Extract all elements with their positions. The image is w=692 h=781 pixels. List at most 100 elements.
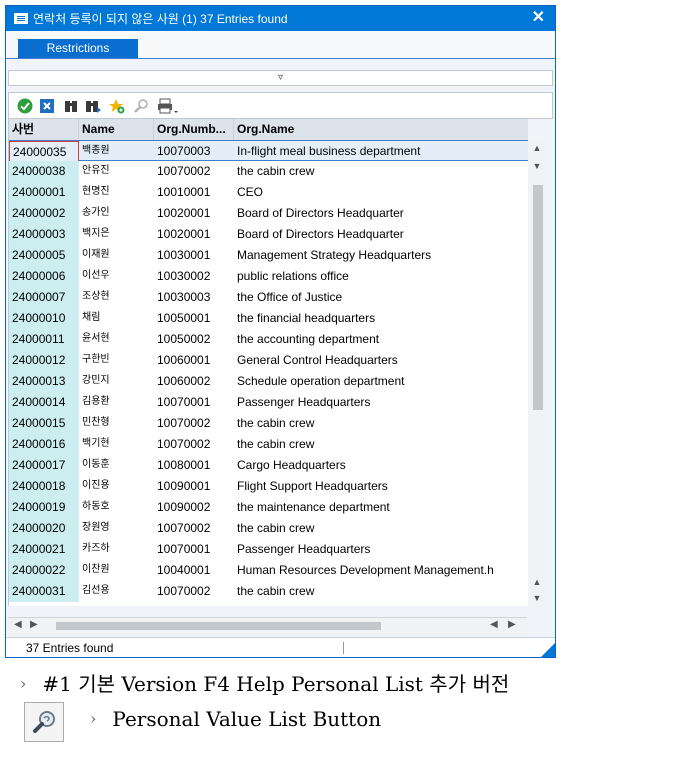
horizontal-scroll-thumb[interactable] (56, 622, 381, 630)
cell-org-name[interactable]: Management Strategy Headquarters (234, 245, 528, 266)
cell-org-number[interactable]: 10090001 (154, 476, 234, 497)
add-favorite-icon[interactable] (107, 96, 126, 115)
table-row[interactable]: 24000013 강민지 10060002 Schedule operation de… (9, 371, 528, 392)
table-row[interactable]: 24000021 카즈하 10070001 Passenger Headquarter… (9, 539, 528, 560)
collapse-restrictions-button[interactable]: ▿ (8, 70, 553, 86)
scroll-right-icon[interactable]: ▶ (30, 619, 38, 630)
cell-name[interactable]: 송가인 (79, 203, 154, 224)
cell-employee-no[interactable]: 24000002 (9, 203, 79, 224)
table-row[interactable]: 24000002 송가인 10020001 Board of Directors He… (9, 203, 528, 224)
cell-org-number[interactable]: 10050002 (154, 329, 234, 350)
cell-name[interactable]: 이진용 (79, 476, 154, 497)
cell-org-number[interactable]: 10070001 (154, 539, 234, 560)
column-header-org-name[interactable]: Org.Name (234, 119, 528, 140)
cell-org-name[interactable]: the accounting department (234, 329, 528, 350)
table-row[interactable]: 24000003 백지은 10020001 Board of Directors He… (9, 224, 528, 245)
table-row[interactable]: 24000019 하동호 10090002 the maintenance depar… (9, 497, 528, 518)
cell-org-name[interactable]: the maintenance department (234, 497, 528, 518)
cell-name[interactable]: 강민지 (79, 371, 154, 392)
cell-employee-no[interactable]: 24000035 (9, 141, 79, 162)
cell-name[interactable]: 이재원 (79, 245, 154, 266)
scroll-left-end-icon[interactable]: ◀ (490, 619, 498, 630)
resize-grip[interactable] (541, 643, 555, 657)
cell-employee-no[interactable]: 24000031 (9, 581, 79, 602)
personal-list-icon[interactable] (131, 96, 150, 115)
cell-org-name[interactable]: the cabin crew (234, 413, 528, 434)
check-icon[interactable] (15, 96, 34, 115)
cell-org-number[interactable]: 10020001 (154, 224, 234, 245)
horizontal-scrollbar[interactable]: ◀ ▶ ◀ ▶ (8, 617, 527, 634)
scroll-right-end-icon[interactable]: ▶ (508, 619, 516, 630)
cell-org-number[interactable]: 10030002 (154, 266, 234, 287)
cell-employee-no[interactable]: 24000013 (9, 371, 79, 392)
cell-employee-no[interactable]: 24000007 (9, 287, 79, 308)
cell-org-number[interactable]: 10070003 (154, 141, 234, 162)
table-row[interactable]: 24000020 장원영 10070002 the cabin crew (9, 518, 528, 539)
cell-org-name[interactable]: the cabin crew (234, 434, 528, 455)
cell-org-number[interactable]: 10070002 (154, 434, 234, 455)
cell-name[interactable]: 현명진 (79, 182, 154, 203)
cell-org-name[interactable]: CEO (234, 182, 528, 203)
cell-employee-no[interactable]: 24000006 (9, 266, 79, 287)
close-icon[interactable]: ✕ (532, 9, 545, 27)
vertical-scrollbar[interactable]: ▲ ▼ ▲ ▼ (529, 140, 545, 606)
cell-employee-no[interactable]: 24000015 (9, 413, 79, 434)
cell-name[interactable]: 윤서현 (79, 329, 154, 350)
cell-org-number[interactable]: 10030003 (154, 287, 234, 308)
cell-org-name[interactable]: Human Resources Development Management.h (234, 560, 528, 581)
table-row[interactable]: 24000035 백종원 10070003 In-flight meal busine… (9, 140, 528, 162)
column-header-name[interactable]: Name (79, 119, 154, 140)
cell-name[interactable]: 백지은 (79, 224, 154, 245)
cell-employee-no[interactable]: 24000017 (9, 455, 79, 476)
print-icon[interactable] (155, 96, 181, 115)
table-row[interactable]: 24000014 김용환 10070001 Passenger Headquarter… (9, 392, 528, 413)
cell-employee-no[interactable]: 24000003 (9, 224, 79, 245)
cell-org-name[interactable]: Passenger Headquarters (234, 539, 528, 560)
scroll-left-icon[interactable]: ◀ (14, 619, 22, 630)
cell-org-number[interactable]: 10060001 (154, 350, 234, 371)
table-row[interactable]: 24000018 이진용 10090001 Flight Support Headqu… (9, 476, 528, 497)
table-row[interactable]: 24000022 이찬원 10040001 Human Resources Devel… (9, 560, 528, 581)
cell-org-number[interactable]: 10040001 (154, 560, 234, 581)
cell-name[interactable]: 안유진 (79, 161, 154, 182)
table-row[interactable]: 24000010 채림 10050001 the financial headquar… (9, 308, 528, 329)
table-row[interactable]: 24000011 윤서현 10050002 the accounting depart… (9, 329, 528, 350)
cell-name[interactable]: 카즈하 (79, 539, 154, 560)
cell-name[interactable]: 민찬형 (79, 413, 154, 434)
cell-org-name[interactable]: In-flight meal business department (234, 141, 528, 162)
cell-employee-no[interactable]: 24000005 (9, 245, 79, 266)
table-row[interactable]: 24000015 민찬형 10070002 the cabin crew (9, 413, 528, 434)
cell-name[interactable]: 이선우 (79, 266, 154, 287)
cell-org-name[interactable]: Flight Support Headquarters (234, 476, 528, 497)
cell-employee-no[interactable]: 24000038 (9, 161, 79, 182)
table-row[interactable]: 24000017 이동훈 10080001 Cargo Headquarters (9, 455, 528, 476)
cell-name[interactable]: 하동호 (79, 497, 154, 518)
scroll-down-bottom-icon[interactable]: ▼ (529, 593, 545, 603)
cell-org-number[interactable]: 10050001 (154, 308, 234, 329)
cell-org-name[interactable]: Passenger Headquarters (234, 392, 528, 413)
cell-employee-no[interactable]: 24000022 (9, 560, 79, 581)
cell-org-name[interactable]: Board of Directors Headquarter (234, 224, 528, 245)
table-row[interactable]: 24000001 현명진 10010001 CEO (9, 182, 528, 203)
cell-employee-no[interactable]: 24000016 (9, 434, 79, 455)
cell-org-name[interactable]: public relations office (234, 266, 528, 287)
cell-org-name[interactable]: the cabin crew (234, 518, 528, 539)
cell-name[interactable]: 채림 (79, 308, 154, 329)
cell-employee-no[interactable]: 24000001 (9, 182, 79, 203)
cell-name[interactable]: 장원영 (79, 518, 154, 539)
table-row[interactable]: 24000006 이선우 10030002 public relations offi… (9, 266, 528, 287)
find-next-icon[interactable] (83, 96, 102, 115)
table-row[interactable]: 24000005 이재원 10030001 Management Strategy H… (9, 245, 528, 266)
cell-org-number[interactable]: 10090002 (154, 497, 234, 518)
table-row[interactable]: 24000016 백기현 10070002 the cabin crew (9, 434, 528, 455)
cell-org-name[interactable]: the cabin crew (234, 161, 528, 182)
scroll-down-icon[interactable]: ▼ (529, 161, 545, 171)
scroll-up-icon[interactable]: ▲ (529, 143, 545, 153)
table-row[interactable]: 24000007 조상현 10030003 the Office of Justice (9, 287, 528, 308)
cell-employee-no[interactable]: 24000020 (9, 518, 79, 539)
cell-employee-no[interactable]: 24000012 (9, 350, 79, 371)
scroll-up-bottom-icon[interactable]: ▲ (529, 577, 545, 587)
cell-name[interactable]: 백기현 (79, 434, 154, 455)
cell-employee-no[interactable]: 24000018 (9, 476, 79, 497)
cell-org-number[interactable]: 10020001 (154, 203, 234, 224)
